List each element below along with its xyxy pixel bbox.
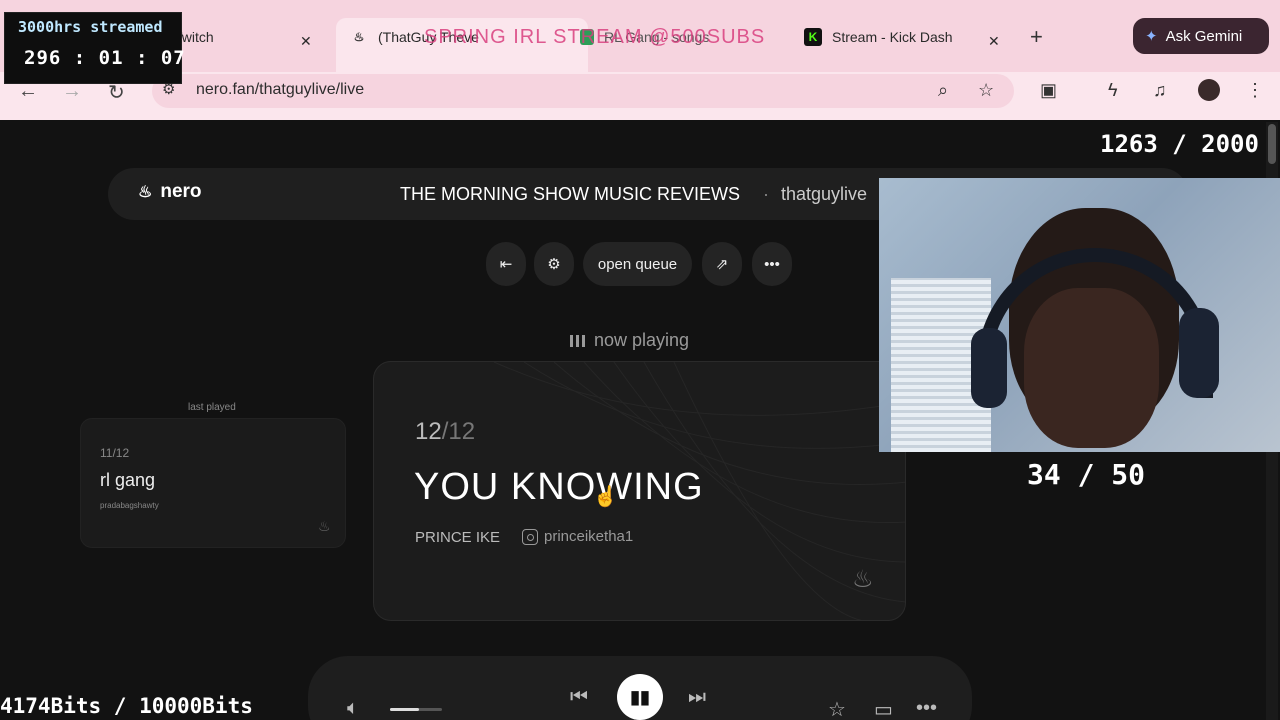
kick-favicon-icon: K <box>804 28 822 46</box>
media-control-icon[interactable]: ♫ <box>1153 80 1167 101</box>
more-dots-icon[interactable]: ••• <box>916 697 937 720</box>
share-icon: ⇗ <box>715 256 729 273</box>
nero-favicon-icon: ♨ <box>353 30 365 44</box>
bookmark-star-icon[interactable]: ☆ <box>978 80 994 101</box>
tab-search-icon[interactable]: ▣ <box>1040 80 1057 101</box>
instagram-handle: princeiketha1 <box>544 528 634 545</box>
volume-icon[interactable]: 🔈︎ <box>347 697 359 720</box>
url-text[interactable]: nero.fan/thatguylive/live <box>196 81 364 99</box>
streamed-label: 3000hrs streamed <box>18 18 163 36</box>
current-index: 12/12 <box>415 418 475 446</box>
profile-avatar[interactable] <box>1198 79 1220 101</box>
gemini-sparkle-icon: ✦ <box>1145 28 1158 45</box>
pause-button[interactable]: ▮▮ <box>617 674 663 720</box>
equalizer-icon <box>570 334 586 347</box>
gemini-label: Ask Gemini <box>1165 27 1243 45</box>
volume-slider-fill[interactable] <box>390 708 419 711</box>
more-button[interactable]: ••• <box>752 242 792 286</box>
nero-flame-icon: ♨ <box>138 184 153 201</box>
current-artist: PRINCE IKE <box>415 529 501 546</box>
current-total: /12 <box>441 418 476 445</box>
instagram-icon <box>522 528 538 545</box>
flame-icon: ♨ <box>852 566 874 593</box>
now-playing-label: now playing <box>570 330 689 351</box>
gear-icon: ⚙ <box>547 256 561 273</box>
exit-icon: ⇤ <box>499 256 513 273</box>
current-song-title: YOU KNOWING <box>414 466 704 508</box>
close-tab-icon[interactable]: ✕ <box>300 26 312 56</box>
instagram-link[interactable]: princeiketha1 <box>522 528 633 545</box>
previous-track-icon[interactable]: ⏮︎ <box>570 686 588 709</box>
favorite-star-icon[interactable]: ☆ <box>828 697 846 720</box>
streamed-time: 296 : 01 : 07 <box>24 47 186 69</box>
headphones-band <box>977 248 1213 398</box>
more-dots-icon: ••• <box>764 255 780 273</box>
last-played-artist: pradabagshawty <box>100 501 159 510</box>
open-queue-button[interactable]: open queue <box>583 242 692 286</box>
extension-bolt-icon[interactable]: ϟ <box>1108 80 1118 101</box>
webcam-feed <box>879 178 1280 452</box>
settings-button[interactable]: ⚙ <box>534 242 574 286</box>
video-camera-icon[interactable]: ▭ <box>874 697 893 720</box>
follower-goal-counter: 34 / 50 <box>1027 458 1146 491</box>
nero-logo-text: nero <box>160 181 202 202</box>
current-position: 12 <box>415 418 442 445</box>
new-tab-button[interactable]: + <box>1030 24 1043 50</box>
show-title: THE MORNING SHOW MUSIC REVIEWS <box>400 184 741 204</box>
last-played-label: last played <box>188 402 236 413</box>
menu-kebab-icon[interactable]: ⋮ <box>1246 80 1264 101</box>
next-track-icon[interactable]: ⏭︎ <box>688 686 706 709</box>
tab-title: Stream - Kick Dash <box>832 29 953 45</box>
flame-icon: ♨ <box>318 518 331 534</box>
headphone-cup-left <box>971 328 1007 408</box>
ask-gemini-button[interactable]: ✦ Ask Gemini <box>1133 18 1269 54</box>
bits-goal-counter: 4174Bits / 10000Bits <box>0 694 253 718</box>
now-playing-text: now playing <box>594 330 690 350</box>
exit-button[interactable]: ⇤ <box>486 242 526 286</box>
last-played-index: 11/12 <box>100 446 130 460</box>
pause-icon: ▮▮ <box>630 686 650 707</box>
host-name[interactable]: thatguylive <box>781 184 867 205</box>
share-button[interactable]: ⇗ <box>702 242 742 286</box>
nero-logo[interactable]: ♨ nero <box>138 181 202 203</box>
stream-banner: SPRING IRL STREAM @500SUBS <box>424 26 766 48</box>
zoom-icon[interactable]: ⌕ <box>938 80 948 101</box>
sub-goal-counter: 1263 / 2000 <box>1100 130 1259 158</box>
hand-cursor-icon: ☝ <box>593 486 618 508</box>
scrollbar-thumb[interactable] <box>1268 124 1276 164</box>
tab-kick[interactable]: K Stream - Kick Dash <box>804 22 972 52</box>
last-played-title: rl gang <box>100 470 156 490</box>
close-tab-icon[interactable]: ✕ <box>988 26 1000 56</box>
title-separator: · <box>763 184 769 204</box>
headphone-cup-right <box>1179 308 1219 398</box>
